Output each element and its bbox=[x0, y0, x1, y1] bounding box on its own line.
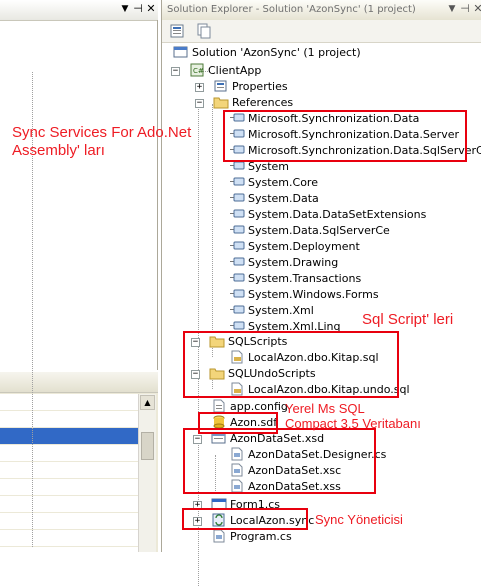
tree-node-label: System.Data.SqlServerCe bbox=[248, 224, 390, 237]
tree-node-label: System.Data bbox=[248, 192, 319, 205]
tree-node[interactable]: System.Core bbox=[229, 175, 318, 191]
svg-text:C#: C# bbox=[193, 67, 204, 75]
reference-icon bbox=[230, 177, 245, 186]
tree-node[interactable]: System.Data.DataSetExtensions bbox=[229, 207, 426, 223]
tree-node-label: System.Core bbox=[248, 176, 318, 189]
reference-icon bbox=[230, 193, 245, 202]
close-icon[interactable]: ✕ bbox=[471, 2, 481, 16]
reference-icon bbox=[230, 257, 245, 266]
property-row[interactable] bbox=[0, 479, 138, 496]
cs-file-icon bbox=[213, 529, 225, 543]
tree-node[interactable]: System.Xml bbox=[229, 303, 314, 319]
left-window-titlebar: ▼ ⊣ ✕ bbox=[0, 0, 158, 21]
window-dropdown-icon[interactable]: ▼ bbox=[445, 2, 459, 16]
tree-node-label: System.Xml bbox=[248, 304, 314, 317]
reference-icon bbox=[230, 209, 245, 218]
annotation-sync-manager: Sync Yöneticisi bbox=[315, 512, 403, 527]
annotation-sql-scripts: Sql Script' leri bbox=[362, 311, 454, 328]
sql-scripts-highlight bbox=[183, 331, 399, 398]
config-file-icon bbox=[213, 399, 225, 413]
left-tool-window: ▼ ⊣ ✕ ▲ bbox=[0, 0, 158, 552]
reference-icon bbox=[230, 241, 245, 250]
tree-node-label: System.Windows.Forms bbox=[248, 288, 379, 301]
folder-icon bbox=[213, 97, 229, 109]
tree-node-label: System.Data.DataSetExtensions bbox=[248, 208, 427, 221]
pin-icon[interactable]: ⊣ bbox=[458, 2, 472, 16]
properties-panel-header bbox=[0, 372, 158, 393]
tree-node[interactable]: System.Windows.Forms bbox=[229, 287, 379, 303]
property-row[interactable] bbox=[0, 394, 138, 411]
property-row[interactable] bbox=[0, 513, 138, 530]
properties-toolbar-icon[interactable] bbox=[170, 23, 186, 39]
tree-node[interactable]: System.Transactions bbox=[229, 271, 361, 287]
pin-icon[interactable]: ⊣ bbox=[131, 2, 145, 16]
sync-file-highlight bbox=[182, 508, 308, 530]
tree-node-label: Solution 'AzonSync' (1 project) bbox=[192, 46, 361, 59]
reference-icon bbox=[230, 289, 245, 298]
property-row[interactable] bbox=[0, 411, 138, 428]
left-window-content bbox=[0, 20, 158, 370]
tree-node-label: Program.cs bbox=[230, 530, 292, 543]
sync-assemblies-highlight bbox=[223, 110, 467, 162]
property-row[interactable] bbox=[0, 445, 138, 462]
properties-panel: ▲ bbox=[0, 372, 158, 552]
tree-node-label: System.Transactions bbox=[248, 272, 362, 285]
tree-node[interactable]: System.Drawing bbox=[229, 255, 338, 271]
show-all-files-icon[interactable] bbox=[196, 23, 212, 39]
reference-icon bbox=[230, 225, 245, 234]
window-title: Solution Explorer - Solution 'AzonSync' … bbox=[167, 4, 416, 15]
reference-icon bbox=[230, 305, 245, 314]
expand-icon[interactable]: + bbox=[195, 83, 204, 92]
tree-node[interactable]: System.Deployment bbox=[229, 239, 360, 255]
solution-explorer-toolbar bbox=[162, 20, 481, 43]
vertical-scrollbar[interactable]: ▲ bbox=[138, 394, 156, 552]
tree-node[interactable]: References bbox=[213, 95, 293, 111]
tree-node[interactable]: Properties bbox=[213, 79, 288, 95]
tree-node-label: System.Drawing bbox=[248, 256, 339, 269]
property-grid[interactable] bbox=[0, 394, 138, 552]
tree-node-label: ClientApp bbox=[208, 64, 262, 77]
tree-node[interactable]: Program.cs bbox=[211, 529, 292, 545]
annotation-local-db: Yerel Ms SQL Compact 3.5 Veritabanı bbox=[285, 401, 421, 431]
collapse-icon[interactable]: − bbox=[171, 67, 180, 76]
tree-node[interactable]: System.Data.SqlServerCe bbox=[229, 223, 390, 239]
reference-icon bbox=[230, 273, 245, 282]
window-dropdown-icon[interactable]: ▼ bbox=[118, 2, 132, 16]
close-icon[interactable]: ✕ bbox=[144, 2, 158, 16]
property-row-selected[interactable] bbox=[0, 428, 138, 445]
tree-node-label: Properties bbox=[232, 80, 288, 93]
collapse-icon[interactable]: − bbox=[195, 99, 204, 108]
property-row[interactable] bbox=[0, 530, 138, 547]
scroll-thumb[interactable] bbox=[141, 432, 154, 460]
tree-node[interactable]: Solution 'AzonSync' (1 project) bbox=[173, 45, 361, 61]
tree-node-label: References bbox=[232, 96, 294, 109]
tree-node[interactable]: System.Data bbox=[229, 191, 319, 207]
tree-node-label: System.Deployment bbox=[248, 240, 360, 253]
scroll-up-icon[interactable]: ▲ bbox=[140, 395, 155, 410]
solution-explorer-titlebar: Solution Explorer - Solution 'AzonSync' … bbox=[162, 0, 481, 21]
property-row[interactable] bbox=[0, 496, 138, 513]
properties-icon bbox=[214, 80, 227, 92]
property-row[interactable] bbox=[0, 462, 138, 479]
annotation-sync-services: Sync Services For Ado.Net Assembly' ları bbox=[12, 124, 192, 159]
csharp-project-icon: C# bbox=[190, 63, 204, 77]
tree-connector bbox=[212, 104, 213, 332]
tree-node[interactable]: C# ClientApp bbox=[189, 63, 261, 79]
dataset-highlight bbox=[183, 428, 376, 494]
solution-icon bbox=[173, 46, 188, 58]
